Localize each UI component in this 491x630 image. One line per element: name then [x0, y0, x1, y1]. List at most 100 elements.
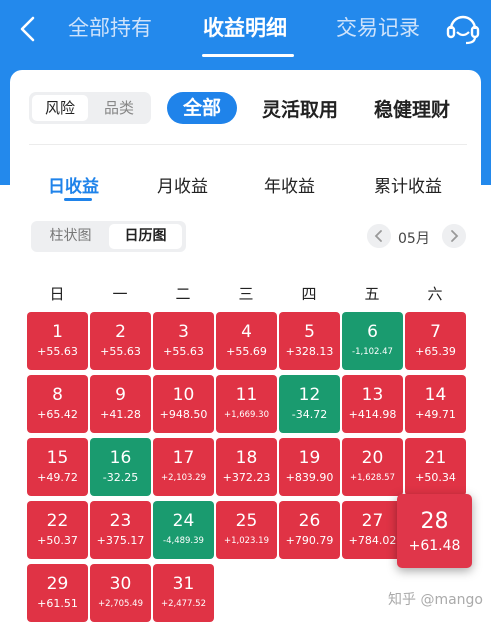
day-number: 21	[424, 448, 447, 468]
day-earnings: +65.39	[415, 345, 456, 358]
calendar-day[interactable]: 3 +55.63	[153, 312, 214, 370]
day-earnings: +1,023.19	[224, 536, 269, 546]
calendar-day[interactable]: 19 +839.90	[279, 438, 340, 496]
view-calendar[interactable]: 日历图	[109, 224, 182, 249]
day-earnings: +2,103.29	[161, 473, 206, 483]
day-earnings: +55.63	[163, 345, 204, 358]
period-tab-daily[interactable]: 日收益	[48, 172, 99, 197]
calendar-day-selected[interactable]: 28 +61.48	[397, 494, 472, 568]
calendar-day[interactable]: 11 +1,669.30	[216, 375, 277, 433]
customer-service-icon[interactable]	[444, 10, 482, 48]
day-number: 11	[235, 385, 258, 405]
day-earnings: +50.34	[415, 471, 456, 484]
day-number: 2	[115, 322, 126, 342]
day-earnings: +61.51	[37, 597, 78, 610]
weekday-label: 三	[238, 285, 254, 303]
calendar-day[interactable]: 18 +372.23	[216, 438, 277, 496]
calendar-day[interactable]: 4 +55.69	[216, 312, 277, 370]
day-number: 8	[52, 385, 63, 405]
day-earnings: +1,628.57	[350, 473, 395, 483]
day-earnings: +61.48	[408, 538, 461, 554]
day-number: 12	[298, 385, 321, 405]
day-number: 6	[367, 322, 378, 342]
calendar-day[interactable]: 15 +49.72	[27, 438, 88, 496]
calendar-day[interactable]: 13 +414.98	[342, 375, 403, 433]
calendar-day[interactable]: 6 -1,102.47	[342, 312, 403, 370]
calendar-day[interactable]: 8 +65.42	[27, 375, 88, 433]
calendar-day[interactable]: 1 +55.63	[27, 312, 88, 370]
day-earnings: -1,102.47	[352, 347, 393, 357]
calendar-day[interactable]: 16 -32.25	[90, 438, 151, 496]
calendar-day[interactable]: 9 +41.28	[90, 375, 151, 433]
calendar-day[interactable]: 25 +1,023.19	[216, 501, 277, 559]
calendar-day[interactable]: 12 -34.72	[279, 375, 340, 433]
day-earnings: -34.72	[291, 408, 328, 421]
day-number: 31	[172, 574, 195, 594]
calendar-day[interactable]: 14 +49.71	[405, 375, 466, 433]
calendar-day[interactable]: 17 +2,103.29	[153, 438, 214, 496]
day-earnings: +328.13	[285, 345, 334, 358]
view-bar-chart[interactable]: 柱状图	[35, 224, 106, 249]
day-number: 22	[46, 511, 69, 531]
calendar-day[interactable]: 26 +790.79	[279, 501, 340, 559]
divider	[29, 144, 467, 145]
day-number: 19	[298, 448, 321, 468]
month-label: 05月	[398, 231, 430, 247]
day-number: 26	[298, 511, 321, 531]
day-earnings: +372.23	[222, 471, 271, 484]
calendar-day[interactable]: 27 +784.02	[342, 501, 403, 559]
period-tab-monthly[interactable]: 月收益	[157, 172, 208, 197]
day-earnings: +55.63	[100, 345, 141, 358]
toggle-category[interactable]: 品类	[91, 95, 147, 121]
day-number: 16	[109, 448, 132, 468]
day-earnings: +50.37	[37, 534, 78, 547]
day-number: 5	[304, 322, 315, 342]
calendar-day[interactable]: 20 +1,628.57	[342, 438, 403, 496]
calendar-day[interactable]: 24 -4,489.39	[153, 501, 214, 559]
calendar-day[interactable]: 30 +2,705.49	[90, 564, 151, 622]
tab-transactions[interactable]: 交易记录	[336, 12, 420, 42]
chevron-left-icon[interactable]	[14, 14, 44, 44]
tab-earnings-detail[interactable]: 收益明细	[203, 12, 287, 42]
day-number: 27	[361, 511, 384, 531]
calendar-day[interactable]: 31 +2,477.52	[153, 564, 214, 622]
period-tab-yearly[interactable]: 年收益	[264, 172, 315, 197]
day-earnings: +839.90	[285, 471, 334, 484]
day-earnings: +784.02	[348, 534, 397, 547]
day-number: 28	[420, 509, 449, 534]
category-all-chip[interactable]: 全部	[167, 92, 237, 124]
day-earnings: +41.28	[100, 408, 141, 421]
next-month-icon[interactable]	[442, 224, 466, 248]
calendar-day[interactable]: 21 +50.34	[405, 438, 466, 496]
day-earnings: +2,705.49	[98, 599, 143, 609]
toggle-risk[interactable]: 风险	[32, 95, 88, 121]
day-number: 13	[361, 385, 384, 405]
day-earnings: -32.25	[102, 471, 139, 484]
day-number: 30	[109, 574, 132, 594]
calendar-day[interactable]: 7 +65.39	[405, 312, 466, 370]
prev-month-icon[interactable]	[367, 224, 391, 248]
day-number: 15	[46, 448, 69, 468]
calendar-day[interactable]: 5 +328.13	[279, 312, 340, 370]
category-flexible[interactable]: 灵活取用	[262, 95, 338, 122]
day-earnings: +55.69	[226, 345, 267, 358]
day-earnings: +2,477.52	[161, 599, 206, 609]
day-number: 23	[109, 511, 132, 531]
day-earnings: -4,489.39	[163, 536, 204, 546]
weekday-label: 日	[49, 285, 65, 303]
day-earnings: +414.98	[348, 408, 397, 421]
period-tab-cumulative[interactable]: 累计收益	[374, 172, 442, 197]
day-number: 25	[235, 511, 258, 531]
calendar-day[interactable]: 29 +61.51	[27, 564, 88, 622]
calendar-day[interactable]: 10 +948.50	[153, 375, 214, 433]
weekday-label: 六	[427, 285, 443, 303]
watermark: 知乎 @mango	[388, 592, 483, 608]
day-earnings: +1,669.30	[224, 410, 269, 420]
tab-all-holdings[interactable]: 全部持有	[68, 12, 152, 42]
calendar-day[interactable]: 23 +375.17	[90, 501, 151, 559]
calendar-day[interactable]: 22 +50.37	[27, 501, 88, 559]
calendar-day[interactable]: 2 +55.63	[90, 312, 151, 370]
category-stable[interactable]: 稳健理财	[374, 95, 466, 122]
day-number: 18	[235, 448, 258, 468]
top-tabs: 全部持有 收益明细 交易记录	[68, 12, 438, 52]
